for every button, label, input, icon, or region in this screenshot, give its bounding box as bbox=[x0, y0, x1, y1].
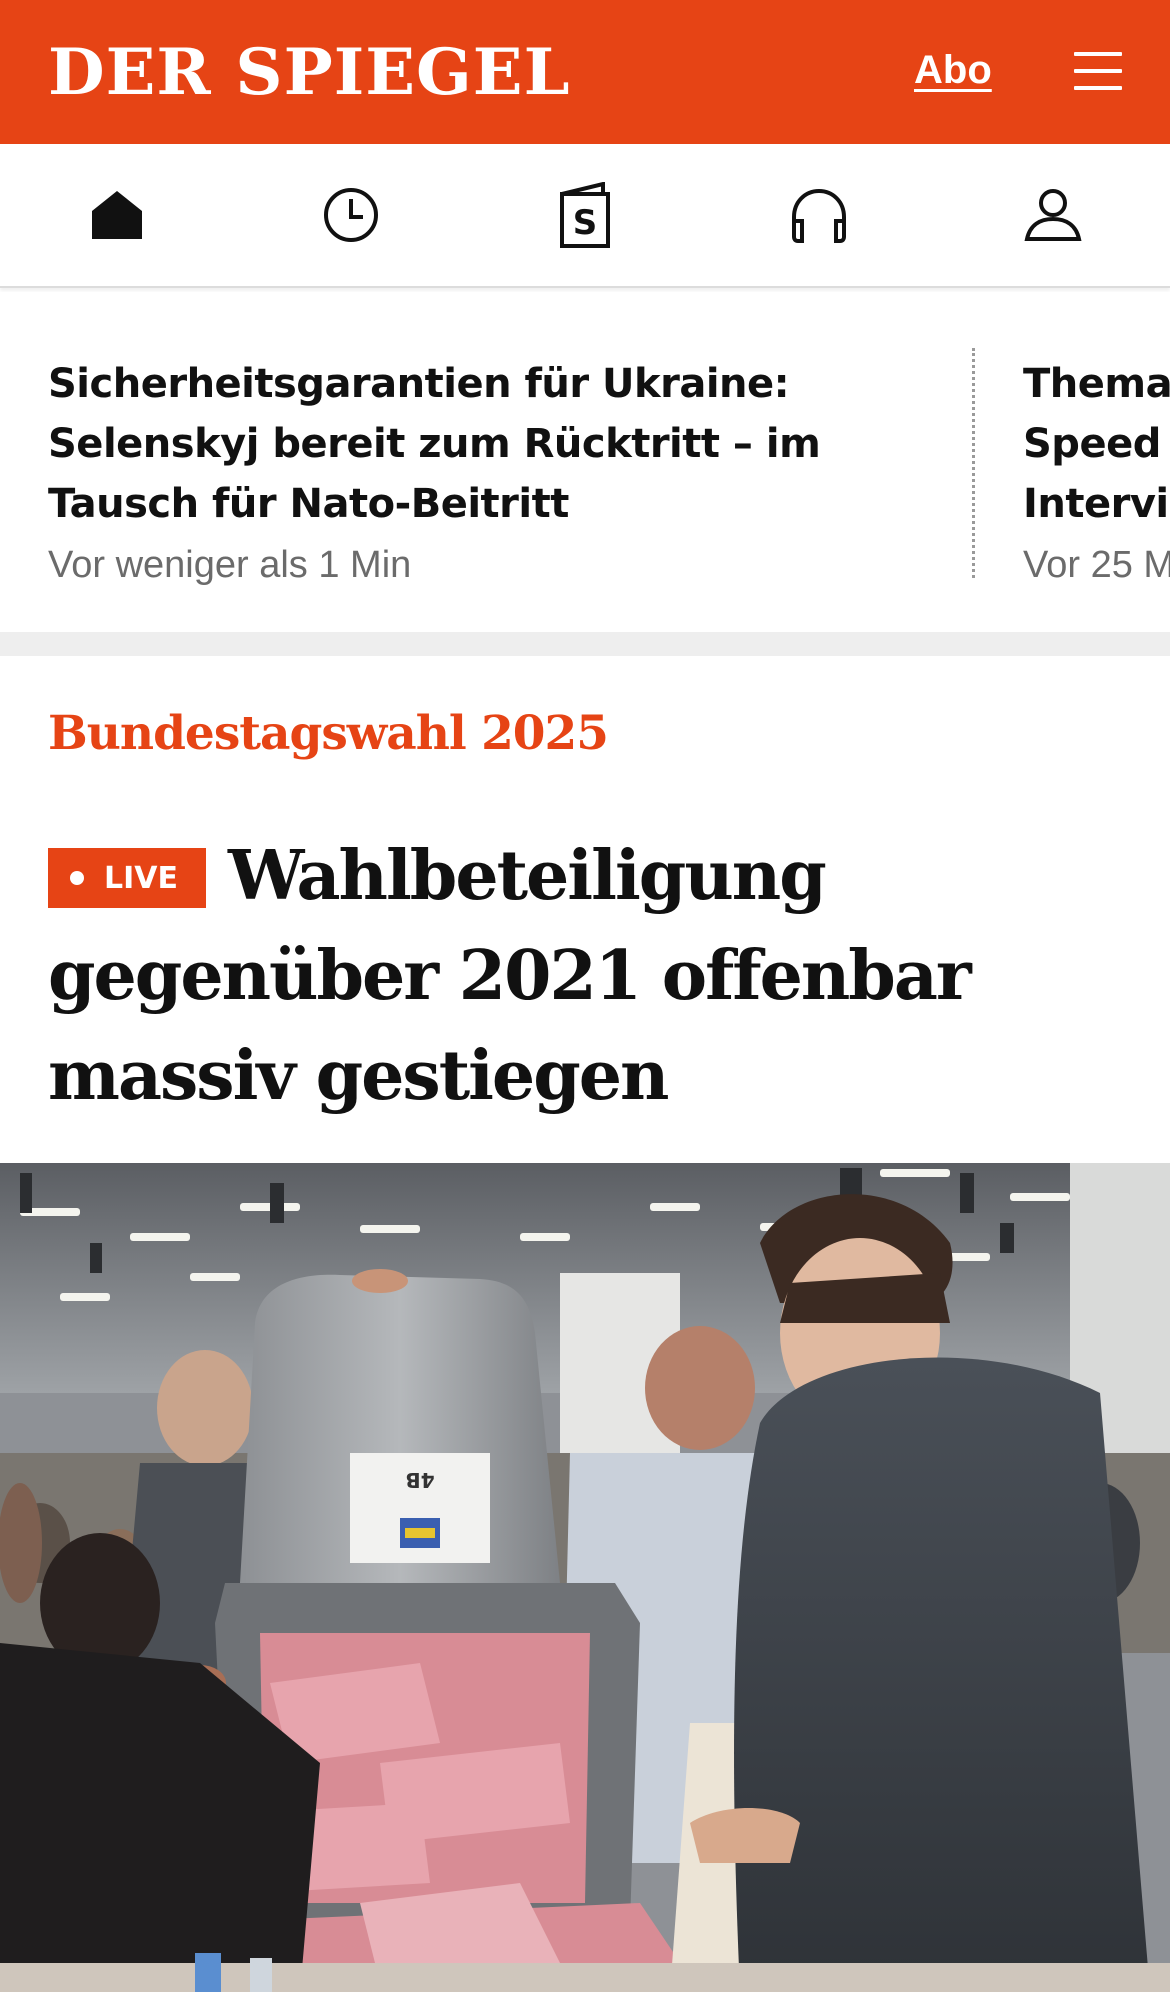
live-label: LIVE bbox=[104, 860, 178, 896]
icon-navigation-bar: S bbox=[0, 144, 1170, 288]
headphones-icon[interactable] bbox=[786, 182, 852, 248]
user-icon[interactable] bbox=[1020, 182, 1086, 248]
clock-icon[interactable] bbox=[318, 182, 384, 248]
spiegel-magazine-icon[interactable]: S bbox=[552, 182, 618, 248]
hamburger-menu-icon[interactable] bbox=[1074, 52, 1122, 90]
news-ticker: Sicherheitsgarantien für Ukraine: Selens… bbox=[0, 292, 1170, 632]
spiegel-logo[interactable]: DER SPIEGEL bbox=[48, 38, 570, 108]
ticker-item-time: Vor weniger als 1 Min bbox=[48, 544, 412, 586]
article-kicker[interactable]: Bundestagswahl 2025 bbox=[48, 706, 609, 761]
ticker-divider bbox=[972, 348, 975, 578]
ticker-item-title-line: Intervi bbox=[1023, 481, 1169, 527]
live-dot-icon bbox=[70, 871, 84, 885]
live-badge: LIVE bbox=[48, 848, 206, 908]
spiegel-magazine-glyph: S bbox=[573, 203, 598, 243]
home-icon[interactable] bbox=[84, 182, 150, 248]
ticker-item[interactable]: Sicherheitsgarantien für Ukraine: Selens… bbox=[48, 354, 948, 587]
section-divider bbox=[0, 632, 1170, 656]
article-headline-block[interactable]: LIVE Wahlbeteiligung gegenüber 2021 offe… bbox=[48, 826, 1138, 1126]
ticker-item[interactable]: Thema Speed Intervi Vor 25 M bbox=[1023, 354, 1170, 587]
abo-link[interactable]: Abo bbox=[914, 48, 992, 93]
ticker-item-time: Vor 25 M bbox=[1023, 544, 1170, 586]
ticker-item-title: Sicherheitsgarantien für Ukraine: Selens… bbox=[48, 361, 821, 527]
ballot-bin-label: 4B bbox=[405, 1468, 434, 1492]
ticker-item-title-line: Thema bbox=[1023, 361, 1170, 407]
top-header: DER SPIEGEL Abo bbox=[0, 0, 1170, 144]
article-image[interactable]: 4B bbox=[0, 1163, 1170, 1992]
ticker-item-title-line: Speed bbox=[1023, 421, 1161, 467]
